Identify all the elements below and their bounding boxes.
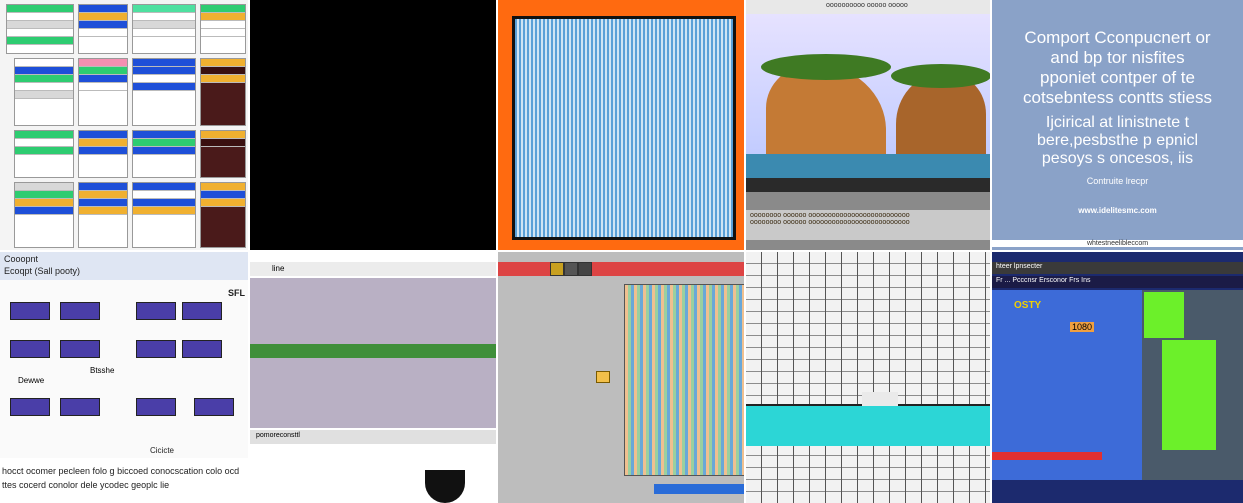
- sheet-block: [78, 182, 128, 248]
- title-line: pponiet contper of te: [1039, 68, 1195, 87]
- player-controls[interactable]: [746, 178, 990, 192]
- grid-lines: [746, 252, 990, 503]
- sheet-block: [200, 58, 246, 126]
- hand-cursor-icon: [596, 371, 610, 383]
- app-header: Cooopnt Ecoqpt (Sall pooty) SFL: [0, 252, 248, 298]
- diagram-block[interactable]: [10, 340, 50, 358]
- sheet-block: [78, 130, 128, 178]
- diagram-app-tile: Cooopnt Ecoqpt (Sall pooty) SFL Dewwe Bt…: [0, 252, 248, 503]
- slide-footer: whtestneelibleccom: [992, 240, 1243, 247]
- note-line: oooooooo oooooo oooooooooooooooooooooooo…: [750, 219, 910, 226]
- foliage-shape: [891, 64, 990, 88]
- graph-editor-tile: [498, 252, 744, 503]
- monitor-stand: [425, 470, 465, 503]
- app-header-right: SFL: [228, 288, 245, 298]
- diagram-block[interactable]: [136, 398, 176, 416]
- waveform-monitor-tile: line pomoreconsttl: [250, 252, 496, 503]
- band-notch: [862, 392, 898, 406]
- framed-screen-tile: [498, 0, 744, 250]
- status-text: pomoreconsttl: [256, 432, 300, 439]
- diagram-block[interactable]: [60, 398, 100, 416]
- waveform-stroke: [250, 344, 496, 358]
- diagram-block[interactable]: [10, 398, 50, 416]
- diagram-block[interactable]: [136, 340, 176, 358]
- diagram-block[interactable]: [136, 302, 176, 320]
- slide-url: www.idelitesmc.com: [1078, 206, 1157, 215]
- sheet-block: [200, 130, 246, 178]
- pixel-screen: [512, 16, 736, 240]
- slide-small-text: Contruite lrecpr: [1086, 176, 1149, 186]
- grid-chart-tile: [746, 252, 990, 503]
- board-code: 1080: [1070, 322, 1095, 332]
- diagram-block[interactable]: [182, 302, 222, 320]
- diagram-footer: Cicicte hocct ocomer pecleen folo g bicc…: [0, 446, 248, 503]
- note-line: oooooooo oooooo oooooooooooooooooooooooo…: [750, 212, 910, 219]
- menu-bar[interactable]: Fr ... Pcccnsr Ersconor Frs Ins: [992, 276, 1243, 288]
- text-slide-tile: Comport Cconpucnert or and bp tor nisfit…: [992, 0, 1243, 250]
- toolbar-icon[interactable]: [550, 262, 564, 276]
- progress-strip: [654, 484, 744, 494]
- app-header-subtitle: Ecoqpt (Sall pooty): [4, 266, 81, 276]
- sheet-block: [132, 4, 196, 54]
- slide-title: Comport Cconpucnert or and bp tor nisfit…: [992, 28, 1243, 108]
- cyan-band: [746, 404, 990, 446]
- titlebar-text: hteer lpnsecter: [996, 263, 1043, 270]
- app-header-title: Cooopnt: [4, 254, 39, 264]
- note-box: oooooooo oooooo oooooooooooooooooooooooo…: [746, 210, 990, 240]
- status-bar: pomoreconsttl: [250, 430, 496, 444]
- sheet-block: [200, 4, 246, 54]
- sheet-block: [14, 58, 74, 126]
- sheet-block: [14, 130, 74, 178]
- sheet-block: [200, 182, 246, 248]
- diagram-block[interactable]: [182, 340, 222, 358]
- diagram-block[interactable]: [10, 302, 50, 320]
- editor-toolbar[interactable]: line: [250, 262, 496, 276]
- title-line: and bp tor nisfites: [1050, 48, 1185, 67]
- landscape-window-tile: oooooooooo ooooo ooooo oooooooo oooooo o…: [746, 0, 990, 250]
- sheet-block: [132, 182, 196, 248]
- toolbar-icon[interactable]: [578, 262, 592, 276]
- window-titlebar: hteer lpnsecter: [992, 262, 1243, 274]
- diagram-label: Btsshe: [90, 366, 115, 375]
- editor-titlebar: [498, 262, 744, 276]
- body-line: bere,pesbsthe p epnicl: [1037, 132, 1198, 149]
- grid-panel[interactable]: [624, 284, 744, 476]
- caption-line: ttes cocerd conolor dele ycodec geoplc l…: [2, 480, 170, 490]
- image-collage: oooooooooo ooooo ooooo oooooooo oooooo o…: [0, 0, 1243, 503]
- red-arrow: [992, 452, 1102, 460]
- green-box: [1162, 340, 1216, 450]
- title-line: cotsebntess contts stiess: [1023, 88, 1212, 107]
- toolbar-icon[interactable]: [564, 262, 578, 276]
- sheet-block: [14, 182, 74, 248]
- window-titlebar: oooooooooo ooooo ooooo: [746, 0, 990, 14]
- diagram-block[interactable]: [194, 398, 234, 416]
- sheet-block: [132, 58, 196, 126]
- body-line: pesoys s oncesos, iis: [1041, 150, 1194, 167]
- slide-body: Ijcirical at linistnete t bere,pesbsthe …: [992, 114, 1243, 168]
- menu-text: Fr ... Pcccnsr Ersconor Frs Ins: [996, 277, 1091, 284]
- sheet-block: [78, 58, 128, 126]
- foliage-shape: [761, 54, 891, 80]
- toolbar-label: line: [272, 264, 285, 273]
- board-diagram-tile: hteer lpnsecter Fr ... Pcccnsr Ersconor …: [992, 252, 1243, 503]
- sheet-block: [6, 4, 74, 54]
- sheet-block: [78, 4, 128, 54]
- diagram-block[interactable]: [60, 340, 100, 358]
- sheet-block: [132, 130, 196, 178]
- green-box: [1144, 292, 1184, 338]
- title-line: Comport Cconpucnert or: [1024, 28, 1211, 47]
- black-tile: [250, 0, 496, 250]
- board-label: OSTY: [1014, 300, 1042, 311]
- spreadsheet-tile: [0, 0, 248, 250]
- body-line: Ijcirical at linistnete t: [1045, 114, 1190, 131]
- diagram-label: Dewwe: [18, 376, 45, 385]
- footer-right-label: Cicicte: [150, 446, 175, 455]
- diagram-block[interactable]: [60, 302, 100, 320]
- caption-line: hocct ocomer pecleen folo g biccoed cono…: [2, 466, 240, 476]
- titlebar-text: oooooooooo ooooo ooooo: [826, 2, 908, 9]
- landscape-scene: [746, 14, 990, 192]
